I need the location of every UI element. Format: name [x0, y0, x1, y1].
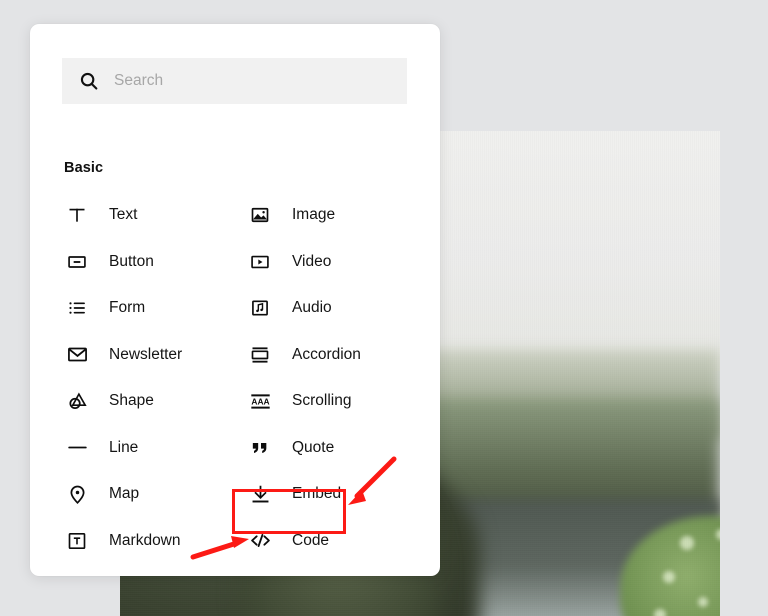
block-item-scrolling[interactable]: AAA Scrolling: [247, 378, 414, 425]
svg-text:AAA: AAA: [251, 396, 269, 406]
block-item-line[interactable]: Line: [64, 425, 247, 472]
quote-icon: [247, 435, 273, 461]
search-input[interactable]: [114, 72, 384, 90]
block-label: Code: [292, 532, 329, 550]
button-icon: [64, 249, 90, 275]
block-label: Newsletter: [109, 346, 182, 364]
block-item-markdown[interactable]: Markdown: [64, 518, 247, 565]
line-icon: [64, 435, 90, 461]
block-item-button[interactable]: Button: [64, 239, 247, 286]
block-item-video[interactable]: Video: [247, 239, 414, 286]
block-label: Button: [109, 253, 154, 271]
audio-icon: [247, 295, 273, 321]
block-label: Scrolling: [292, 392, 351, 410]
block-item-quote[interactable]: Quote: [247, 425, 414, 472]
calendar-icon: [247, 574, 273, 576]
block-item-summary[interactable]: Summary: [64, 564, 247, 576]
markdown-icon: [64, 528, 90, 554]
block-label: Shape: [109, 392, 154, 410]
block-item-image[interactable]: Image: [247, 192, 414, 239]
code-icon: [247, 528, 273, 554]
accordion-icon: [247, 342, 273, 368]
block-label: Embed: [292, 485, 341, 503]
block-label: Map: [109, 485, 139, 503]
image-icon: [247, 202, 273, 228]
block-grid: Text Image: [64, 192, 414, 576]
block-label: Image: [292, 206, 335, 224]
block-item-map[interactable]: Map: [64, 471, 247, 518]
block-label: Accordion: [292, 346, 361, 364]
block-item-accordion[interactable]: Accordion: [247, 332, 414, 379]
block-item-form[interactable]: Form: [64, 285, 247, 332]
block-item-newsletter[interactable]: Newsletter: [64, 332, 247, 379]
block-label: Video: [292, 253, 331, 271]
search-field[interactable]: [62, 58, 407, 104]
block-label: Audio: [292, 299, 332, 317]
block-item-audio[interactable]: Audio: [247, 285, 414, 332]
block-label: Line: [109, 439, 138, 457]
map-pin-icon: [64, 481, 90, 507]
form-icon: [64, 295, 90, 321]
scrolling-icon: AAA: [247, 388, 273, 414]
block-item-embed[interactable]: Embed: [247, 471, 414, 518]
block-label: Form: [109, 299, 145, 317]
text-icon: [64, 202, 90, 228]
video-icon: [247, 249, 273, 275]
block-label: Text: [109, 206, 137, 224]
screen: Basic Text Image: [0, 0, 768, 616]
envelope-icon: [64, 342, 90, 368]
block-item-text[interactable]: Text: [64, 192, 247, 239]
block-item-code[interactable]: Code: [247, 518, 414, 565]
summary-icon: [64, 574, 90, 576]
block-item-calendar[interactable]: Calendar: [247, 564, 414, 576]
search-icon: [78, 70, 100, 92]
block-label: Quote: [292, 439, 334, 457]
add-block-panel: Basic Text Image: [30, 24, 440, 576]
shape-icon: [64, 388, 90, 414]
block-item-shape[interactable]: Shape: [64, 378, 247, 425]
embed-icon: [247, 481, 273, 507]
block-label: Markdown: [109, 532, 181, 550]
section-header-basic: Basic: [64, 160, 103, 176]
